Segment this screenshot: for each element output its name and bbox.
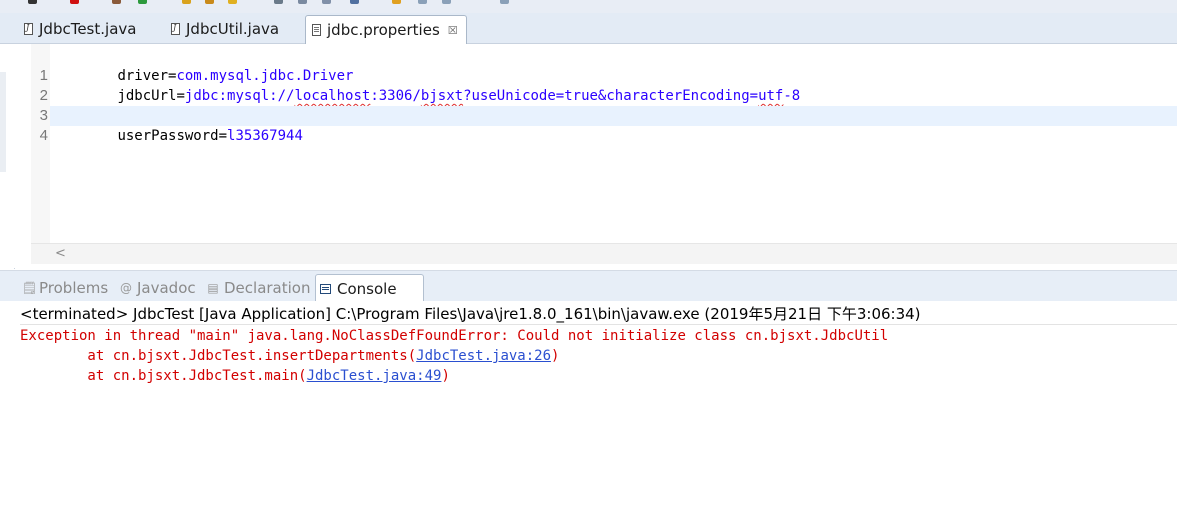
text-file-icon — [312, 24, 321, 36]
stack-frame-suffix: ) — [551, 348, 560, 364]
stack-frame-link[interactable]: JdbcTest.java:26 — [416, 348, 551, 364]
editor-tab-bar: J JdbcTest.java J JdbcUtil.java jdbc.pro… — [0, 13, 1177, 44]
stack-trace-line: at cn.bjsxt.JdbcTest.insertDepartments(J… — [20, 346, 559, 366]
declaration-icon: ▤ — [207, 280, 219, 295]
tab-console[interactable]: Console — [315, 274, 424, 302]
tab-label: JdbcUtil.java — [186, 20, 280, 38]
tab-jdbc-properties[interactable]: jdbc.properties ☒ — [305, 15, 467, 44]
stack-frame-text: at cn.bjsxt.JdbcTest.main( — [20, 368, 307, 384]
problems-icon: 🗒 — [22, 280, 38, 295]
tab-label: Declaration — [224, 278, 311, 297]
stop-icon[interactable] — [70, 0, 79, 4]
line-number: 2 — [39, 87, 48, 104]
tab-label: jdbc.properties — [327, 21, 440, 39]
run-icon[interactable] — [138, 0, 147, 4]
property-value: l35367944 — [227, 128, 303, 144]
tab-jdbcutil-java[interactable]: J JdbcUtil.java — [165, 15, 305, 43]
main-toolbar — [0, 0, 1177, 13]
gutter-marker — [0, 72, 6, 172]
line-number: 3 — [39, 107, 48, 124]
toggle-icon[interactable] — [274, 0, 283, 4]
console-view[interactable]: <terminated> JdbcTest [Java Application]… — [0, 301, 1177, 519]
code-line[interactable]: 2 jdbcUrl=jdbc:mysql://localhost:3306/bjs… — [40, 66, 1177, 104]
eclipse-window: J JdbcTest.java J JdbcUtil.java jdbc.pro… — [0, 0, 1177, 519]
tab-label: Console — [337, 279, 397, 298]
tab-label: Problems — [39, 278, 109, 297]
console-process-header: <terminated> JdbcTest [Java Application]… — [20, 304, 1177, 325]
nav-icon[interactable] — [322, 0, 331, 4]
property-key: userPassword — [117, 128, 219, 144]
line-number: 1 — [39, 67, 48, 84]
tab-declaration[interactable]: ▤ Declaration — [203, 274, 315, 301]
stack-frame-link[interactable]: JdbcTest.java:49 — [307, 368, 442, 384]
overview-gutter — [0, 44, 16, 268]
forward-icon[interactable] — [442, 0, 451, 4]
code-line[interactable]: 3userName=root — [40, 86, 1177, 124]
tab-label: JdbcTest.java — [39, 20, 137, 38]
tab-javadoc[interactable]: @ Javadoc — [116, 274, 201, 301]
tab-jdbctest-java[interactable]: J JdbcTest.java — [18, 15, 161, 43]
stack-frame-text: at cn.bjsxt.JdbcTest.insertDepartments( — [20, 348, 417, 364]
java-file-icon: J — [171, 23, 180, 35]
code-line[interactable]: 1 driver=com.mysql.jdbc.Driver — [40, 46, 1177, 84]
tab-problems[interactable]: 🗒 Problems — [18, 274, 114, 301]
new-icon[interactable] — [28, 0, 37, 4]
bookmark-icon[interactable] — [392, 0, 401, 4]
stack-trace-line: at cn.bjsxt.JdbcTest.main(JdbcTest.java:… — [20, 366, 450, 386]
view-tab-bar: 🗒 Problems @ Javadoc ▤ Declaration Conso… — [0, 270, 1177, 302]
search-icon[interactable] — [228, 0, 237, 4]
code-line-current[interactable]: 4 userPassword=l35367944 — [40, 106, 1177, 144]
horizontal-scrollbar[interactable]: < — [31, 243, 1177, 264]
stack-frame-suffix: ) — [441, 368, 450, 384]
console-icon — [320, 283, 331, 294]
equals-sign: = — [218, 128, 228, 144]
exception-line: Exception in thread "main" java.lang.NoC… — [20, 328, 889, 344]
open-resource-icon[interactable] — [205, 0, 214, 4]
javadoc-icon: @ — [120, 280, 132, 295]
tab-label: Javadoc — [137, 278, 196, 297]
properties-editor[interactable]: 1 driver=com.mysql.jdbc.Driver 2 jdbcUrl=j… — [0, 44, 1177, 268]
scroll-left-arrow-icon[interactable]: < — [55, 246, 66, 261]
close-icon[interactable]: ☒ — [448, 24, 458, 37]
open-type-icon[interactable] — [182, 0, 191, 4]
history-icon[interactable] — [500, 0, 509, 4]
pin-icon[interactable] — [350, 0, 359, 4]
back-icon[interactable] — [418, 0, 427, 4]
java-file-icon: J — [24, 23, 33, 35]
debug-icon[interactable] — [112, 0, 121, 4]
code-area[interactable]: 1 driver=com.mysql.jdbc.Driver 2 jdbcUrl=j… — [40, 44, 1177, 244]
line-number: 4 — [39, 127, 48, 144]
annotation-icon[interactable] — [298, 0, 307, 4]
